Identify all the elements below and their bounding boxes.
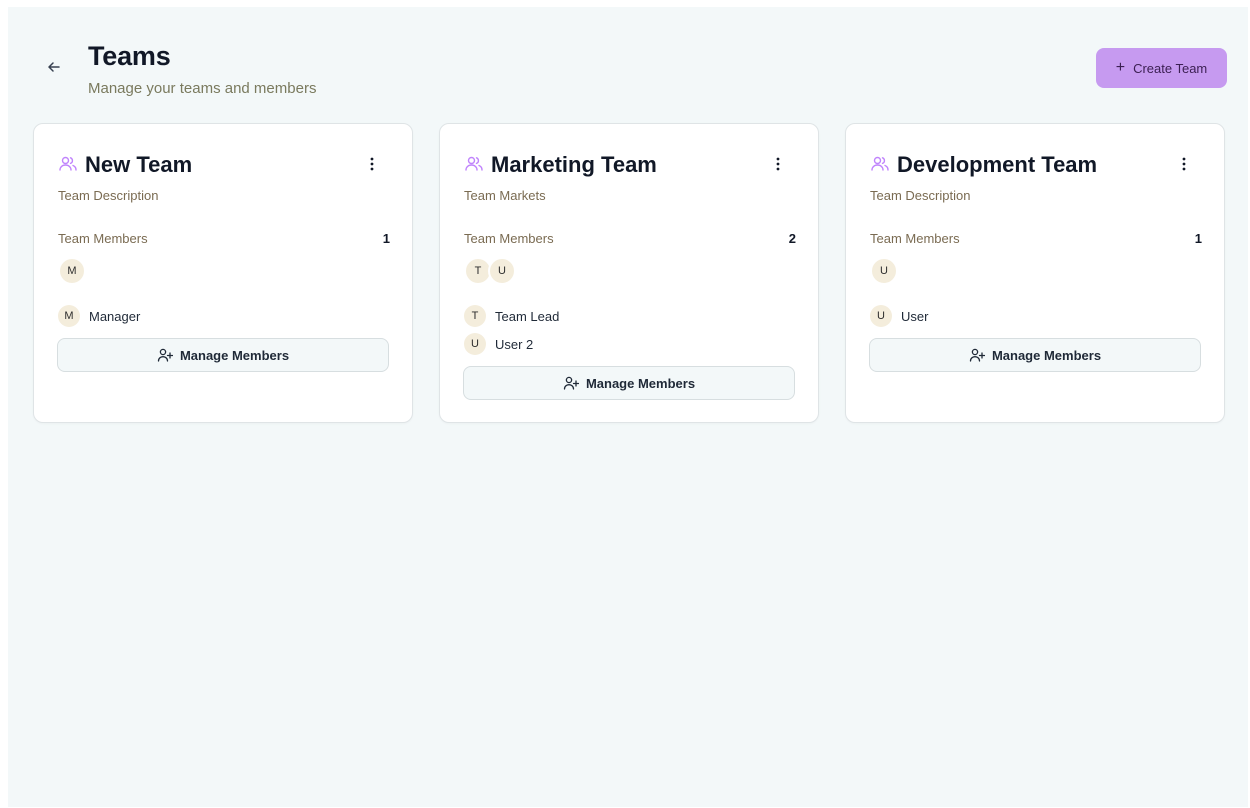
- team-card: Marketing Team Team Markets Team Members…: [439, 123, 819, 423]
- teams-page: Teams Manage your teams and members + Cr…: [8, 7, 1248, 807]
- member-avatar: T: [464, 305, 486, 327]
- avatar-stack: M: [58, 257, 86, 285]
- page-title: Teams: [88, 41, 171, 71]
- member-name: User 2: [495, 336, 534, 352]
- user-plus-icon: [563, 376, 579, 390]
- back-button[interactable]: [44, 57, 64, 77]
- team-card: Development Team Team Description Team M…: [845, 123, 1225, 423]
- more-vertical-icon: [776, 157, 780, 171]
- arrow-left-icon: [48, 62, 60, 72]
- user-plus-icon: [969, 348, 985, 362]
- member-item: U User 2: [464, 332, 559, 356]
- avatar-stack: T U: [464, 257, 516, 285]
- manage-members-label: Manage Members: [585, 375, 696, 391]
- avatar: U: [488, 257, 516, 285]
- more-vertical-icon: [370, 157, 374, 171]
- member-avatar: U: [870, 305, 892, 327]
- member-item: U User: [870, 304, 928, 328]
- team-name: Marketing Team: [491, 152, 657, 177]
- more-options-button[interactable]: [1174, 154, 1194, 174]
- manage-members-button[interactable]: Manage Members: [463, 366, 795, 400]
- users-icon: [871, 156, 889, 171]
- member-name: Manager: [89, 308, 141, 324]
- team-members-count: 1: [382, 231, 390, 246]
- plus-icon: +: [1115, 59, 1126, 76]
- manage-members-button[interactable]: Manage Members: [869, 338, 1201, 372]
- users-icon: [465, 156, 483, 171]
- team-members-count: 2: [788, 231, 796, 246]
- avatar-stack: U: [870, 257, 898, 285]
- member-avatar: M: [58, 305, 80, 327]
- manage-members-label: Manage Members: [991, 347, 1102, 363]
- member-item: T Team Lead: [464, 304, 559, 328]
- team-card: New Team Team Description Team Members 1…: [33, 123, 413, 423]
- user-plus-icon: [157, 348, 173, 362]
- team-name: New Team: [85, 152, 193, 177]
- page-header: Teams Manage your teams and members + Cr…: [8, 7, 1248, 117]
- create-team-button[interactable]: + Create Team: [1096, 48, 1227, 88]
- avatar: U: [870, 257, 898, 285]
- users-icon: [59, 156, 77, 171]
- member-list: M Manager: [58, 304, 140, 332]
- team-description: Team Description: [870, 188, 971, 203]
- avatar: M: [58, 257, 86, 285]
- member-list: U User: [870, 304, 928, 332]
- team-description: Team Markets: [464, 188, 546, 203]
- team-members-label: Team Members: [870, 231, 960, 246]
- team-name: Development Team: [897, 152, 1098, 177]
- member-avatar: U: [464, 333, 486, 355]
- member-name: User: [901, 308, 929, 324]
- team-members-label: Team Members: [464, 231, 554, 246]
- team-members-label: Team Members: [58, 231, 148, 246]
- create-team-label: Create Team: [1133, 60, 1208, 76]
- more-options-button[interactable]: [362, 154, 382, 174]
- member-name: Team Lead: [495, 308, 560, 324]
- team-description: Team Description: [58, 188, 159, 203]
- manage-members-button[interactable]: Manage Members: [57, 338, 389, 372]
- team-members-count: 1: [1194, 231, 1202, 246]
- more-vertical-icon: [1182, 157, 1186, 171]
- manage-members-label: Manage Members: [179, 347, 290, 363]
- member-list: T Team Lead U User 2: [464, 304, 559, 360]
- member-item: M Manager: [58, 304, 140, 328]
- page-subtitle: Manage your teams and members: [88, 80, 317, 97]
- more-options-button[interactable]: [768, 154, 788, 174]
